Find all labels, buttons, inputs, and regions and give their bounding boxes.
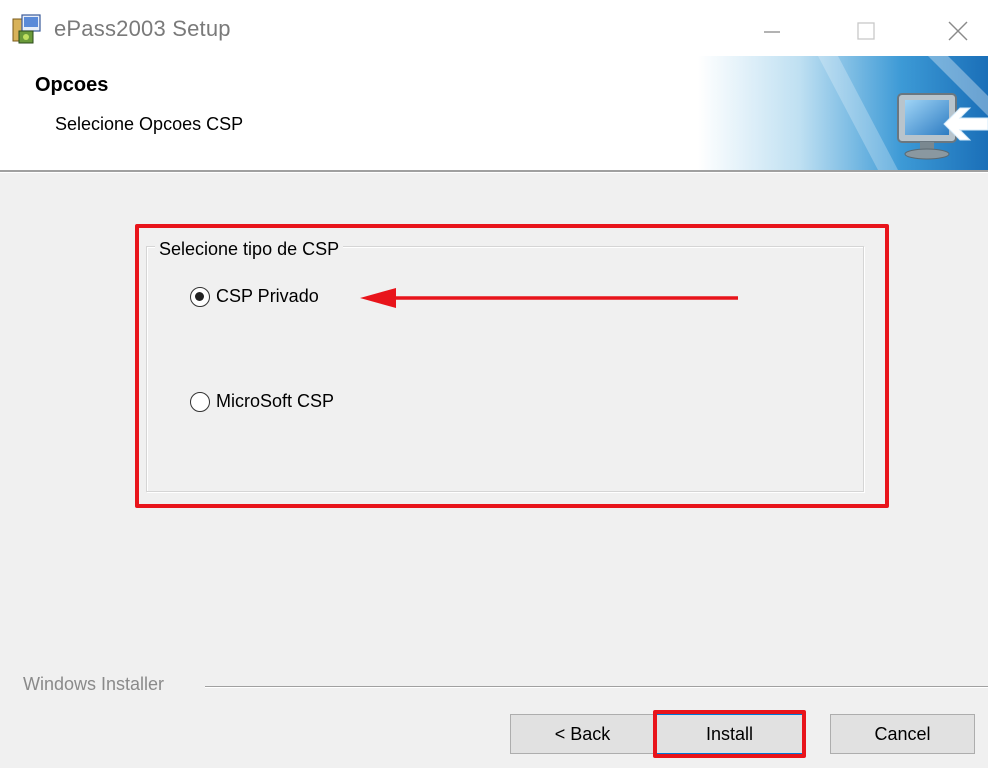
window-title: ePass2003 Setup <box>54 16 231 41</box>
left-arrow-icon <box>360 288 738 308</box>
windows-installer-label: Windows Installer <box>23 674 165 694</box>
close-icon[interactable] <box>938 14 978 48</box>
annotation-highlight-box <box>135 224 889 508</box>
annotation-install-highlight <box>653 710 806 758</box>
computer-arrow-icon <box>698 56 988 170</box>
minimize-icon[interactable] <box>752 14 792 48</box>
banner-separator <box>0 170 988 173</box>
banner-title: Opcoes <box>35 74 109 96</box>
back-button[interactable]: < Back <box>510 714 655 754</box>
header-banner: Opcoes Selecione Opcoes CSP <box>0 56 988 170</box>
footer-separator <box>205 686 988 688</box>
title-bar: ePass2003 Setup <box>0 0 988 56</box>
installer-icon <box>12 14 41 44</box>
cancel-button[interactable]: Cancel <box>830 714 975 754</box>
banner-subtitle: Selecione Opcoes CSP <box>55 114 244 134</box>
maximize-icon[interactable] <box>846 14 886 48</box>
